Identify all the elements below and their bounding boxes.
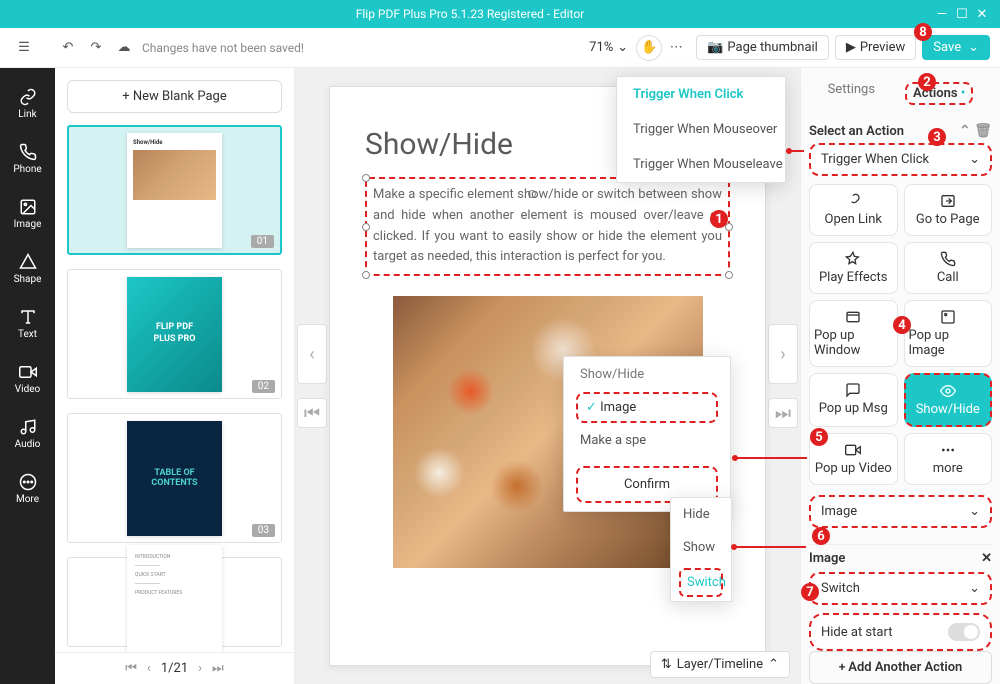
image-target-dropdown[interactable]: Image⌄ xyxy=(809,495,992,528)
zoom-select[interactable]: 71%⌄ xyxy=(589,40,628,55)
trigger-option-click[interactable]: Trigger When Click xyxy=(617,77,785,112)
hide-at-start-toggle[interactable]: Hide at start xyxy=(809,613,992,651)
showhide-panel-popup: Show/Hide ✓ Image Make a spe Confirm xyxy=(563,356,731,512)
switch-option-switch[interactable]: Switch xyxy=(679,568,723,597)
sidebar-item-phone[interactable]: Phone xyxy=(0,131,55,186)
sidebar-item-link[interactable]: Link xyxy=(0,76,55,131)
maximize-icon[interactable]: ☐ xyxy=(952,7,972,22)
switch-option-show[interactable]: Show xyxy=(671,531,731,564)
sidebar-item-image[interactable]: Image xyxy=(0,186,55,241)
page-thumbnail-button[interactable]: 📷Page thumbnail xyxy=(696,35,829,60)
sidebar-item-text[interactable]: Text xyxy=(0,296,55,351)
select-action-header: Select an Action ⌃ 🗑 xyxy=(809,123,992,139)
left-sidebar: Link Phone Image Shape Text Video Audio … xyxy=(0,68,55,684)
close-icon[interactable]: ✕ xyxy=(972,7,992,22)
action-popup-window[interactable]: Pop up Window xyxy=(809,300,898,367)
switch-dropdown[interactable]: Switch⌄ xyxy=(809,572,992,605)
action-call[interactable]: Call xyxy=(904,242,993,294)
layer-timeline-button[interactable]: ⇅Layer/Timeline⌃ xyxy=(650,651,790,678)
close-section-icon[interactable]: ✕ xyxy=(981,551,992,566)
new-blank-page-button[interactable]: + New Blank Page xyxy=(67,80,282,113)
sidebar-item-more[interactable]: More xyxy=(0,461,55,516)
trigger-menu-popup: Trigger When Click Trigger When Mouseove… xyxy=(616,76,786,183)
minimize-icon[interactable]: — xyxy=(932,7,952,22)
tool-icon[interactable]: ⋯ xyxy=(662,34,690,62)
thumbnail-panel: + New Blank Page Show/Hide 01 FLIP PDF P… xyxy=(55,68,295,684)
pager-first-icon[interactable]: ⏮ xyxy=(125,661,137,676)
right-panel: Settings Actions • Select an Action ⌃ 🗑 … xyxy=(800,68,1000,684)
undo-icon[interactable]: ↶ xyxy=(54,34,82,62)
sidebar-item-audio[interactable]: Audio xyxy=(0,406,55,461)
page-thumb-2[interactable]: FLIP PDF PLUS PRO 02 xyxy=(67,269,282,399)
sidebar-item-video[interactable]: Video xyxy=(0,351,55,406)
showhide-title: Show/Hide xyxy=(564,357,730,392)
canvas-last-button[interactable]: ⏭ xyxy=(768,398,798,428)
action-popup-image[interactable]: Pop up Image xyxy=(904,300,993,367)
cloud-icon[interactable]: ☁ xyxy=(110,34,138,62)
canvas-first-button[interactable]: ⏮ xyxy=(297,398,327,428)
collapse-icon[interactable]: ⌃ 🗑 xyxy=(959,123,992,139)
hand-tool-icon[interactable]: ✋ xyxy=(636,35,662,61)
switch-menu-popup: Hide Show Switch xyxy=(670,497,732,602)
action-play-effects[interactable]: Play Effects xyxy=(809,242,898,294)
action-show-hide[interactable]: Show/Hide xyxy=(904,373,993,427)
image-section-header: Image✕ xyxy=(809,551,992,566)
action-more[interactable]: more xyxy=(904,433,993,485)
showhide-item-image[interactable]: ✓ Image xyxy=(576,392,718,423)
window-title: Flip PDF Plus Pro 5.1.23 Registered - Ed… xyxy=(8,7,932,21)
sidebar-item-shape[interactable]: Shape xyxy=(0,241,55,296)
pager-next-icon[interactable]: › xyxy=(198,661,202,676)
canvas-prev-button[interactable]: ‹ xyxy=(297,324,327,384)
pager-prev-icon[interactable]: ‹ xyxy=(147,661,151,676)
preview-button[interactable]: ▶Preview xyxy=(835,35,916,60)
save-button[interactable]: Save⌄ xyxy=(922,35,990,60)
tab-actions[interactable]: Actions • xyxy=(905,82,973,105)
unsaved-text: Changes have not been saved! xyxy=(142,41,304,55)
trigger-option-mouseleave[interactable]: Trigger When Mouseleave xyxy=(617,147,785,182)
trigger-option-mouseover[interactable]: Trigger When Mouseover xyxy=(617,112,785,147)
add-another-action-button[interactable]: + Add Another Action xyxy=(809,651,992,684)
selected-text-element[interactable]: Make a specific element show/hide or swi… xyxy=(365,177,730,276)
switch-option-hide[interactable]: Hide xyxy=(671,498,731,531)
toolbar: ☰ ↶ ↷ ☁ Changes have not been saved! 71%… xyxy=(0,28,1000,68)
action-popup-msg[interactable]: Pop up Msg xyxy=(809,373,898,427)
thumb-pager: ⏮ ‹ 1/21 › ⏭ xyxy=(55,652,294,684)
redo-icon[interactable]: ↷ xyxy=(82,34,110,62)
page-thumb-4[interactable]: INTRODUCTION───────QUICK START───────PRO… xyxy=(67,557,282,647)
pager-last-icon[interactable]: ⏭ xyxy=(212,661,224,676)
page-description: Make a specific element show/hide or swi… xyxy=(367,179,728,274)
menu-icon[interactable]: ☰ xyxy=(10,34,38,62)
action-open-link[interactable]: Open Link xyxy=(809,184,898,236)
titlebar: Flip PDF Plus Pro 5.1.23 Registered - Ed… xyxy=(0,0,1000,28)
showhide-item-text[interactable]: Make a spe xyxy=(564,423,730,458)
tab-settings[interactable]: Settings xyxy=(828,82,875,105)
canvas-next-button[interactable]: › xyxy=(768,324,798,384)
page-thumb-3[interactable]: TABLE OF CONTENTS 03 xyxy=(67,413,282,543)
page-thumb-1[interactable]: Show/Hide 01 xyxy=(67,125,282,255)
action-go-to-page[interactable]: Go to Page xyxy=(904,184,993,236)
trigger-dropdown[interactable]: Trigger When Click⌄ xyxy=(809,143,992,176)
